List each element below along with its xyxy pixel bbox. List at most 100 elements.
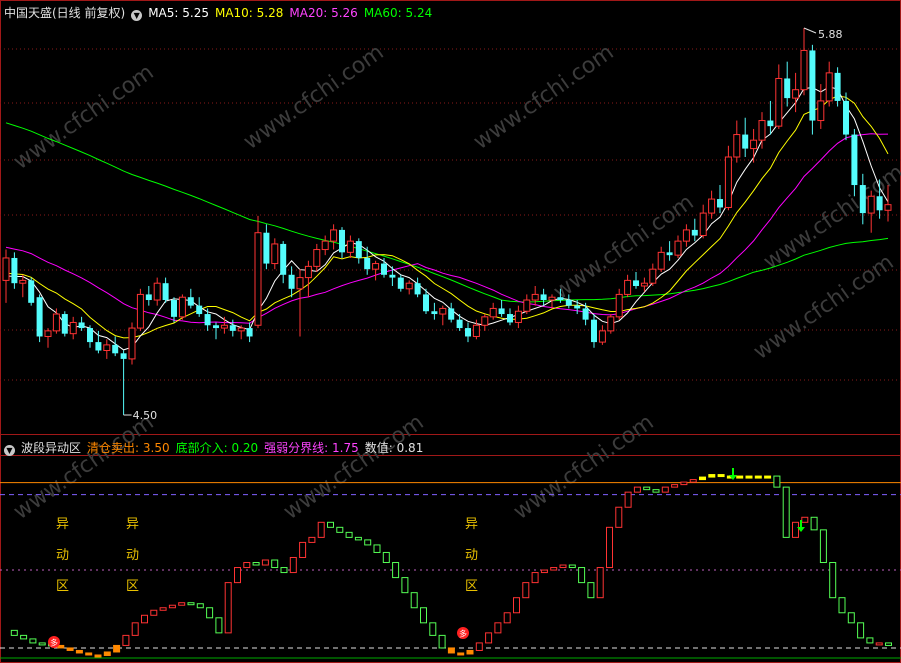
- zone-marker-char: 异: [56, 517, 69, 532]
- indicator-bar: [38, 642, 46, 646]
- zone-marker-char: 动: [465, 548, 478, 563]
- indicator-bar: [345, 531, 353, 538]
- candle-body: [372, 263, 380, 270]
- indicator-bars[interactable]: [10, 474, 892, 658]
- candle-body: [431, 311, 438, 315]
- candle-body: [708, 198, 716, 214]
- indicator-bar: [420, 607, 427, 624]
- watermark-text: www.cfchi.com: [469, 40, 618, 155]
- indicator-bar: [373, 544, 381, 553]
- value-label: 数值: 0.81: [364, 441, 424, 455]
- indicator-bar: [20, 634, 28, 640]
- signal-dot-label: 多: [459, 629, 467, 639]
- price-annotations: 5.88 4.50: [123, 27, 843, 422]
- indicator-bar: [94, 654, 102, 658]
- candle-body: [674, 240, 682, 256]
- candle-body: [784, 78, 791, 99]
- candle-body: [389, 274, 396, 278]
- candle-body: [355, 241, 362, 258]
- indicator-bar: [522, 582, 530, 599]
- indicator-bar: [215, 617, 223, 634]
- candle-body: [288, 274, 295, 289]
- candle-body: [682, 229, 690, 242]
- candle-body: [271, 243, 279, 265]
- high-price-label: 5.88: [818, 28, 843, 41]
- divider-level-label: 强弱分界线: 1.75: [264, 441, 359, 455]
- indicator-bar: [857, 622, 865, 639]
- candle-body: [800, 49, 808, 91]
- candle-body: [598, 330, 606, 343]
- candle-body: [204, 314, 211, 326]
- indicator-bar: [168, 604, 176, 609]
- candle-body: [465, 328, 471, 337]
- zone-marker-char: 异: [465, 517, 478, 532]
- indicator-bar: [708, 474, 716, 478]
- candle-body: [196, 305, 203, 315]
- indicator-bar: [764, 475, 772, 479]
- watermark-text: www.cfchi.com: [9, 410, 158, 525]
- indicator-bar: [401, 577, 409, 594]
- candle-body: [514, 310, 522, 323]
- candle-body: [263, 232, 270, 264]
- indicator-bar: [531, 572, 539, 584]
- candle-body: [11, 257, 18, 284]
- indicator-bar: [680, 481, 688, 486]
- candle-body: [640, 282, 648, 287]
- candle-body: [153, 282, 161, 301]
- candle-body: [120, 353, 127, 359]
- candle-body: [187, 297, 194, 306]
- indicator-bar: [885, 642, 892, 646]
- candle-body: [2, 257, 10, 281]
- signal-dot-label: 多: [50, 638, 58, 648]
- candle-body: [112, 344, 119, 354]
- candle-body: [733, 134, 741, 158]
- indicator-bar: [354, 536, 362, 541]
- candle-body: [507, 314, 513, 323]
- candle-body: [557, 297, 564, 301]
- indicator-bar: [382, 551, 390, 564]
- watermark-text: www.cfchi.com: [239, 40, 388, 155]
- indicator-bar: [633, 486, 641, 493]
- indicator-bar: [336, 526, 344, 533]
- indicator-bar: [550, 567, 558, 571]
- candle-body: [574, 305, 581, 309]
- indicator-bar: [113, 644, 121, 653]
- candle-body: [809, 50, 816, 121]
- candle-body: [615, 293, 623, 318]
- candle-body: [178, 296, 186, 318]
- candle-body: [52, 313, 60, 332]
- indicator-bar: [280, 567, 288, 574]
- candle-body: [489, 307, 497, 318]
- indicator-bar: [689, 479, 697, 483]
- zone-marker-char: 区: [465, 579, 478, 594]
- indicator-bar: [252, 562, 260, 566]
- indicator-bar: [624, 491, 632, 508]
- indicator-bar: [652, 489, 660, 493]
- indicator-bar: [234, 567, 241, 584]
- candle-body: [717, 199, 723, 208]
- indicator-bar: [299, 541, 307, 558]
- dropdown-icon[interactable]: ▼: [131, 10, 143, 21]
- indicator-title[interactable]: 波段异动区: [21, 441, 81, 455]
- candle-body: [582, 308, 589, 320]
- watermark-text: www.cfchi.com: [9, 60, 158, 175]
- candle-body: [472, 324, 480, 337]
- candle-body: [448, 308, 455, 320]
- candle-body: [884, 204, 892, 211]
- indicator-bar: [838, 597, 846, 614]
- candle-body: [548, 296, 556, 301]
- ma10-label: MA10: 5.28: [214, 6, 284, 20]
- indicator-bar: [485, 632, 493, 644]
- indicator-bar: [57, 644, 65, 649]
- zone-marker-char: 区: [126, 579, 139, 594]
- ma60-line: [5, 122, 889, 303]
- candle-body: [213, 325, 219, 329]
- ma5-label: MA5: 5.25: [148, 6, 209, 20]
- indicator-bar: [131, 622, 139, 636]
- candle-body: [624, 279, 632, 295]
- indicator-menu-icon[interactable]: ▼: [4, 445, 15, 456]
- stock-title[interactable]: 中国天盛(日线 前复权): [4, 6, 125, 20]
- candle-body: [523, 299, 531, 312]
- zone-marker-char: 区: [56, 579, 69, 594]
- indicator-bar: [661, 486, 669, 493]
